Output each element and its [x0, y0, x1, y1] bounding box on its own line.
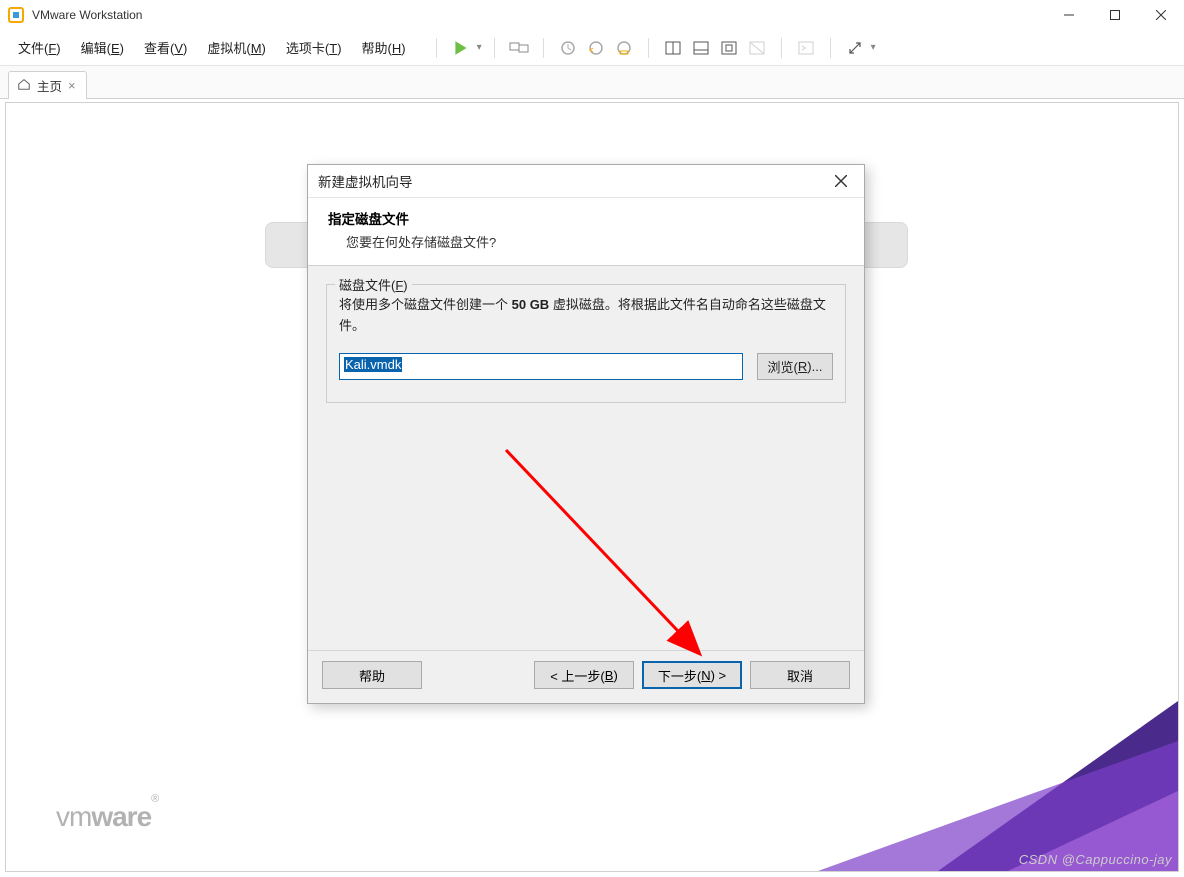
- window-titlebar: VMware Workstation: [0, 0, 1184, 30]
- toolbar-fullscreen-icon[interactable]: [717, 36, 741, 60]
- toolbar-unity-icon[interactable]: [745, 36, 769, 60]
- menu-help[interactable]: 帮助(H): [354, 34, 414, 61]
- disk-file-input[interactable]: Kali.vmdk: [339, 353, 743, 380]
- toolbar-screens-icon[interactable]: [507, 36, 531, 60]
- window-maximize-button[interactable]: [1092, 0, 1138, 30]
- dialog-title-text: 新建虚拟机向导: [318, 171, 413, 191]
- menu-file[interactable]: 文件(F): [10, 34, 69, 61]
- home-icon: [17, 77, 31, 94]
- menubar: 文件(F) 编辑(E) 查看(V) 虚拟机(M) 选项卡(T) 帮助(H) ▾: [0, 30, 1184, 66]
- tab-home[interactable]: 主页 ×: [8, 71, 87, 99]
- window-close-button[interactable]: [1138, 0, 1184, 30]
- new-vm-wizard-dialog: 新建虚拟机向导 指定磁盘文件 您要在何处存储磁盘文件? 磁盘文件(F) 将使用多…: [307, 164, 865, 704]
- help-button[interactable]: 帮助: [322, 661, 422, 689]
- toolbar-console-icon[interactable]: [794, 36, 818, 60]
- toolbar-snapshot-revert-icon[interactable]: [584, 36, 608, 60]
- tab-home-label: 主页: [37, 76, 62, 95]
- browse-button[interactable]: 浏览(R)...: [757, 353, 833, 380]
- fieldset-legend: 磁盘文件(F): [335, 275, 412, 294]
- toolbar-play-icon[interactable]: [449, 36, 473, 60]
- next-button[interactable]: 下一步(N) >: [642, 661, 742, 689]
- cancel-button[interactable]: 取消: [750, 661, 850, 689]
- toolbar-split-left-icon[interactable]: [661, 36, 685, 60]
- dialog-footer: 帮助 < 上一步(B) 下一步(N) > 取消: [308, 650, 864, 703]
- vmware-logo-icon: [8, 7, 24, 23]
- menu-edit[interactable]: 编辑(E): [73, 34, 132, 61]
- window-minimize-button[interactable]: [1046, 0, 1092, 30]
- toolbar-stretch-icon[interactable]: [843, 36, 867, 60]
- window-title: VMware Workstation: [32, 8, 142, 22]
- dialog-header: 指定磁盘文件 您要在何处存储磁盘文件?: [308, 198, 864, 266]
- dialog-heading: 指定磁盘文件: [328, 208, 844, 228]
- toolbar-split-bottom-icon[interactable]: [689, 36, 713, 60]
- watermark-text: CSDN @Cappuccino-jay: [1019, 852, 1172, 867]
- toolbar-snapshot-manage-icon[interactable]: [612, 36, 636, 60]
- menu-view[interactable]: 查看(V): [136, 34, 195, 61]
- disk-file-value: Kali.vmdk: [344, 357, 402, 372]
- dialog-close-button[interactable]: [828, 168, 854, 194]
- tabbar: 主页 ×: [0, 66, 1184, 99]
- tab-close-icon[interactable]: ×: [68, 78, 76, 93]
- menu-vm[interactable]: 虚拟机(M): [199, 34, 274, 61]
- dialog-subheading: 您要在何处存储磁盘文件?: [346, 232, 844, 251]
- field-description: 将使用多个磁盘文件创建一个 50 GB 虚拟磁盘。将根据此文件名自动命名这些磁盘…: [339, 295, 833, 337]
- menu-tabs[interactable]: 选项卡(T): [278, 34, 350, 61]
- toolbar-play-dropdown[interactable]: ▾: [477, 42, 482, 53]
- dialog-titlebar: 新建虚拟机向导: [308, 165, 864, 198]
- disk-file-fieldset: 磁盘文件(F) 将使用多个磁盘文件创建一个 50 GB 虚拟磁盘。将根据此文件名…: [326, 284, 846, 403]
- vmware-brand-logo: vmware®: [56, 801, 158, 833]
- back-button[interactable]: < 上一步(B): [534, 661, 634, 689]
- dialog-body: 磁盘文件(F) 将使用多个磁盘文件创建一个 50 GB 虚拟磁盘。将根据此文件名…: [308, 266, 864, 421]
- toolbar-snapshot-icon[interactable]: [556, 36, 580, 60]
- toolbar-stretch-dropdown[interactable]: ▾: [871, 42, 876, 53]
